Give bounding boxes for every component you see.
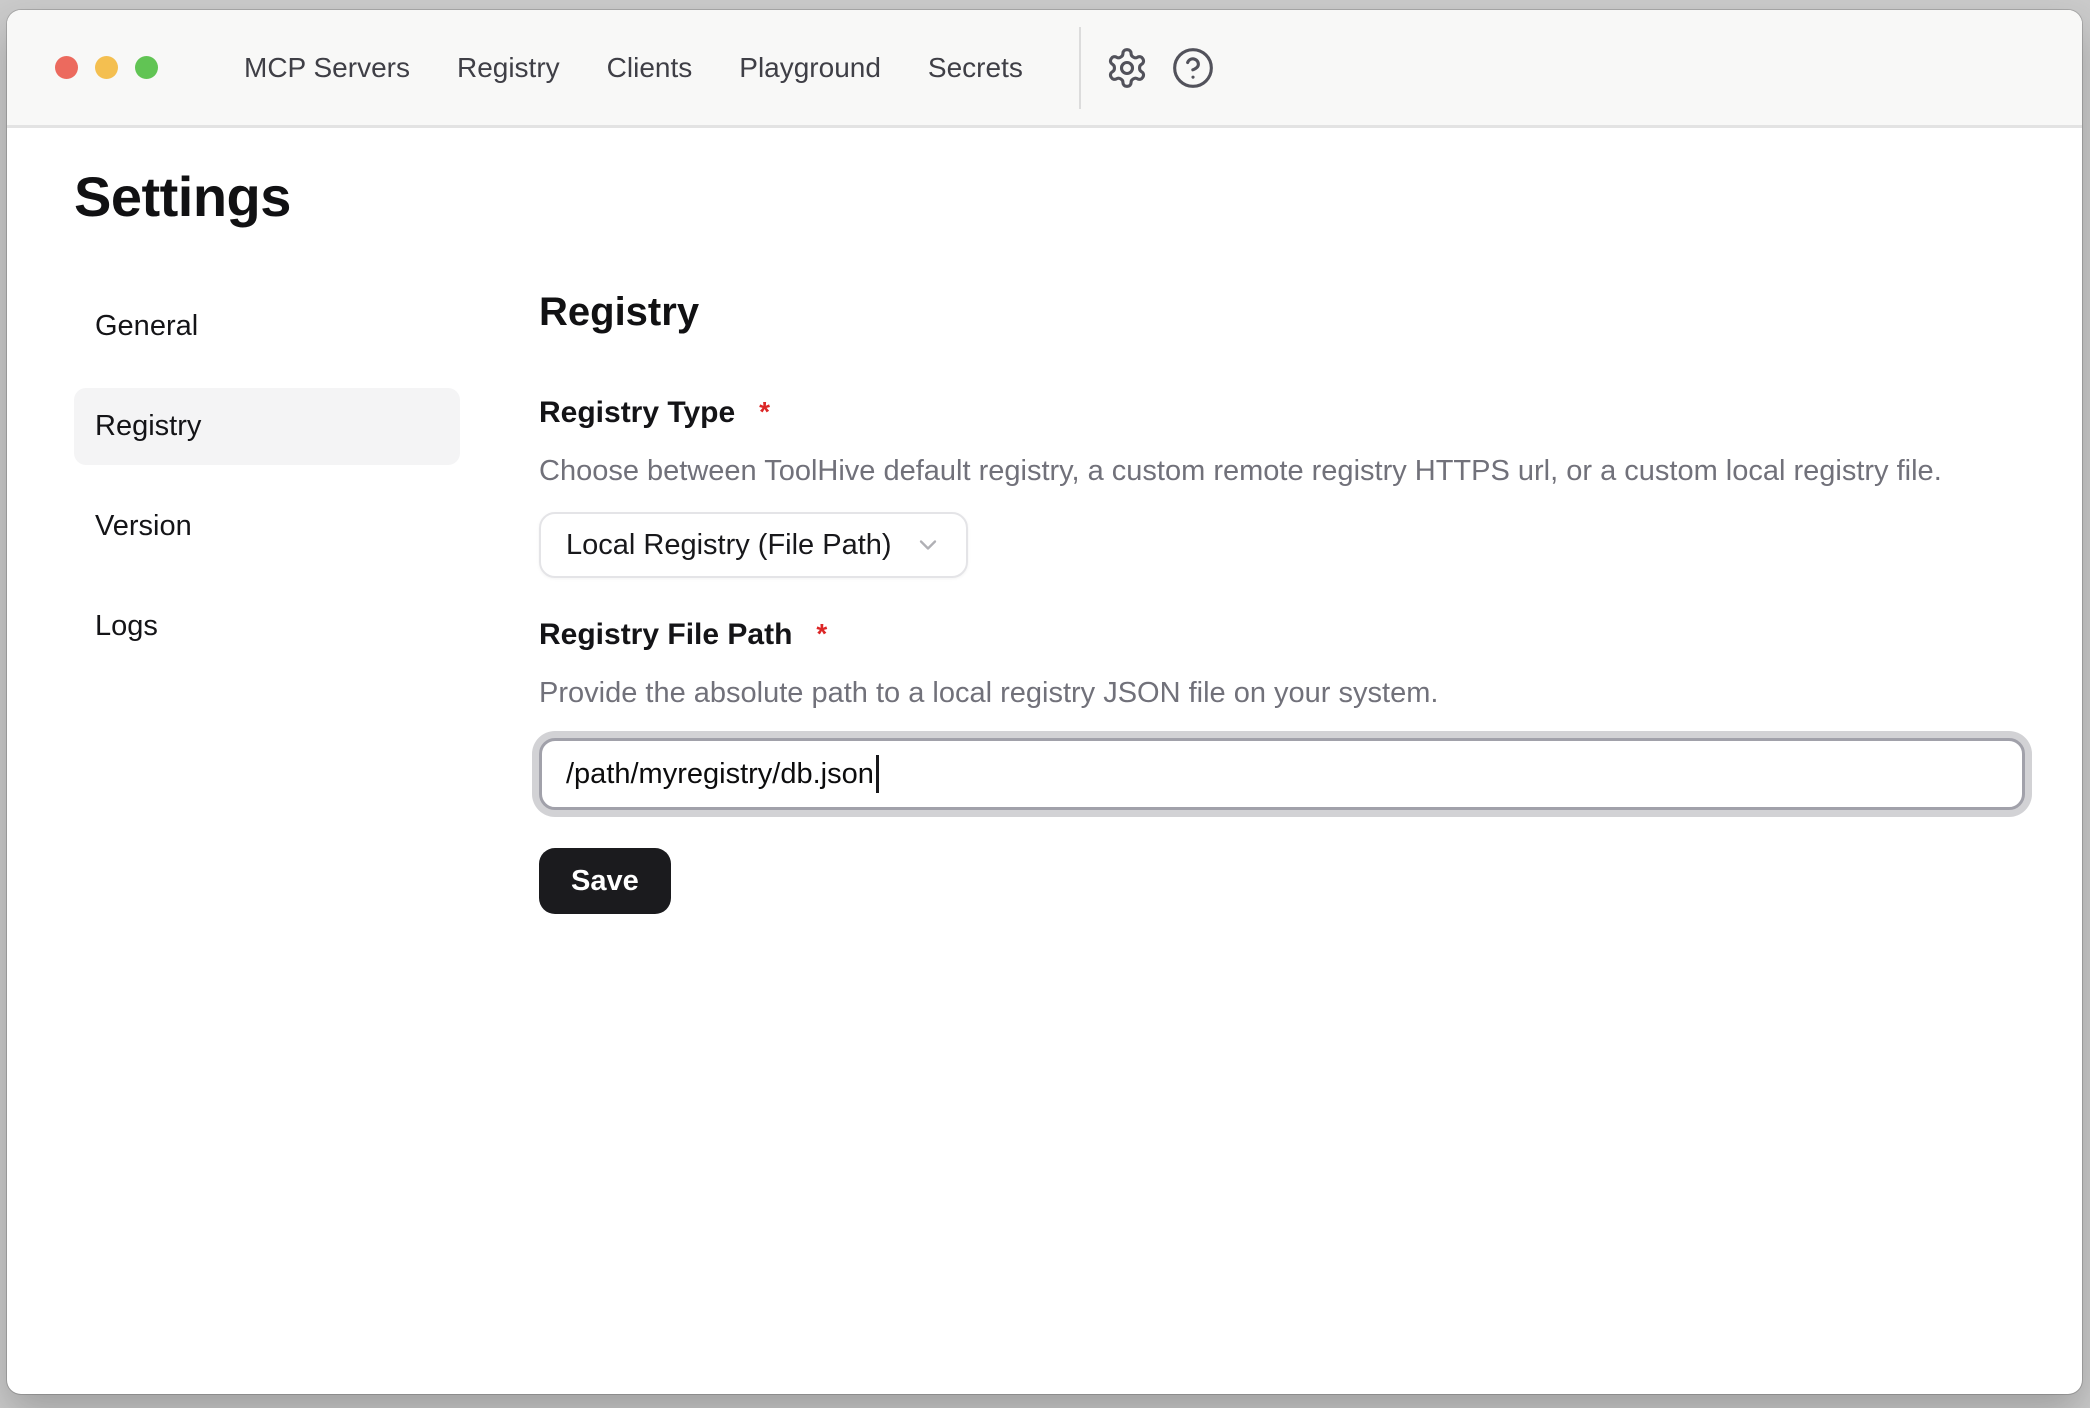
page-title: Settings [74, 160, 2082, 233]
nav-item-registry[interactable]: Registry [457, 10, 560, 127]
registry-type-label: Registry Type * [539, 396, 2032, 430]
nav-item-mcp-servers[interactable]: MCP Servers [244, 10, 410, 127]
nav-item-playground[interactable]: Playground [739, 10, 881, 127]
settings-tab-version[interactable]: Version [74, 488, 460, 565]
required-marker: * [759, 395, 770, 429]
registry-type-selected-value: Local Registry (File Path) [566, 529, 892, 562]
settings-tab-registry[interactable]: Registry [74, 388, 460, 465]
top-navigation: MCP Servers Registry Clients Playground … [244, 10, 1023, 127]
registry-file-path-description: Provide the absolute path to a local reg… [539, 677, 2032, 710]
registry-type-description: Choose between ToolHive default registry… [539, 455, 2032, 488]
registry-file-path-label: Registry File Path * [539, 618, 2032, 652]
text-cursor [876, 755, 879, 793]
chevron-down-icon [914, 531, 942, 559]
minimize-window-button[interactable] [95, 56, 118, 79]
settings-sidebar: General Registry Version Logs [74, 288, 460, 914]
help-button[interactable] [1169, 44, 1217, 92]
registry-file-path-value: /path/myregistry/db.json [566, 758, 874, 791]
registry-type-select[interactable]: Local Registry (File Path) [539, 512, 968, 578]
gear-icon [1105, 46, 1149, 90]
settings-button[interactable] [1103, 44, 1151, 92]
nav-item-clients[interactable]: Clients [607, 10, 693, 127]
nav-item-secrets[interactable]: Secrets [928, 10, 1023, 127]
settings-tab-logs[interactable]: Logs [74, 588, 460, 665]
save-button[interactable]: Save [539, 848, 671, 914]
section-heading: Registry [539, 288, 2032, 336]
required-marker: * [816, 617, 827, 651]
zoom-window-button[interactable] [135, 56, 158, 79]
registry-file-path-input[interactable]: /path/myregistry/db.json [539, 738, 2025, 810]
settings-page: Settings General Registry Version Logs R… [7, 128, 2082, 914]
titlebar: MCP Servers Registry Clients Playground … [7, 10, 2082, 128]
titlebar-divider [1079, 27, 1081, 109]
registry-settings-panel: Registry Registry Type * Choose between … [539, 288, 2032, 914]
help-icon [1171, 46, 1215, 90]
app-window: MCP Servers Registry Clients Playground … [7, 10, 2082, 1394]
close-window-button[interactable] [55, 56, 78, 79]
settings-tab-general[interactable]: General [74, 288, 460, 365]
window-controls [55, 56, 158, 79]
